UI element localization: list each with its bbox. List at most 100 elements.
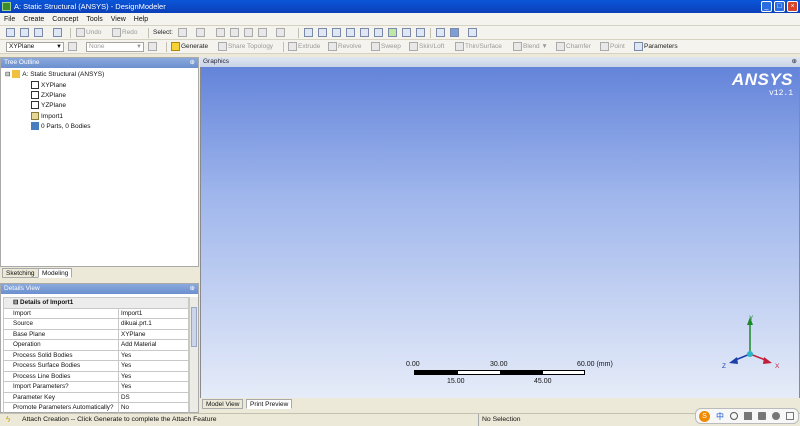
- tree-item-yzplane[interactable]: YZPlane: [31, 101, 66, 110]
- selection-status: No Selection: [482, 416, 521, 423]
- tab-modeling[interactable]: Modeling: [38, 268, 73, 278]
- select-bodies-icon[interactable]: [258, 28, 268, 38]
- parameters-icon: [634, 42, 643, 51]
- select-edges-icon[interactable]: [230, 28, 240, 38]
- select-label: Select:: [153, 29, 173, 36]
- look-at-icon[interactable]: [468, 28, 478, 38]
- box-zoom-icon[interactable]: [346, 28, 356, 38]
- menu-help[interactable]: Help: [130, 13, 152, 26]
- plane-select[interactable]: XYPlane ▼: [6, 42, 64, 52]
- generate-button[interactable]: Generate: [171, 42, 208, 52]
- pin-icon[interactable]: ⊕: [190, 58, 195, 68]
- ime-toolbar[interactable]: S 中: [695, 408, 799, 424]
- zoom-fit-icon[interactable]: [374, 28, 384, 38]
- tree-item-import1[interactable]: Import1: [31, 112, 63, 121]
- triad-icon[interactable]: [436, 28, 446, 38]
- table-row[interactable]: Operation Add Material: [3, 339, 189, 351]
- tab-sketching[interactable]: Sketching: [2, 268, 39, 278]
- tree-item-xyplane[interactable]: XYPlane: [31, 81, 66, 90]
- table-row[interactable]: Import Parameters? Yes: [3, 381, 189, 393]
- skin-loft-button[interactable]: Skin/Loft: [409, 42, 444, 52]
- redo-button[interactable]: Redo: [112, 28, 138, 38]
- table-row[interactable]: Process Surface Bodies Yes: [3, 360, 189, 372]
- new-icon[interactable]: [6, 28, 16, 38]
- tree-item-zxplane[interactable]: ZXPlane: [31, 91, 66, 100]
- zoom-extents-icon[interactable]: [416, 28, 426, 38]
- details-view-header: Details View ⊕: [1, 284, 198, 294]
- menu-concept[interactable]: Concept: [48, 13, 82, 26]
- magnifier-icon[interactable]: [388, 28, 398, 38]
- select-points-icon[interactable]: [216, 28, 226, 38]
- close-button[interactable]: ×: [787, 1, 798, 12]
- details-group-header[interactable]: ⊟ Details of Import1: [3, 297, 189, 309]
- new-sketch-icon[interactable]: [148, 42, 158, 52]
- blend-button[interactable]: Blend ▼: [513, 42, 548, 52]
- table-row[interactable]: Process Line Bodies Yes: [3, 370, 189, 382]
- revolve-button[interactable]: Revolve: [328, 42, 361, 52]
- menu-tools[interactable]: Tools: [82, 13, 106, 26]
- menu-view[interactable]: View: [107, 13, 130, 26]
- chevron-down-icon: ▼: [56, 44, 62, 50]
- share-topology-button[interactable]: Share Topology: [218, 42, 273, 52]
- zoom-icon[interactable]: [332, 28, 342, 38]
- table-row[interactable]: Parameter Key DS: [3, 391, 189, 403]
- table-row[interactable]: Source dikuai.prt.1: [3, 318, 189, 330]
- settings-icon[interactable]: [786, 412, 794, 420]
- zoom-out-icon[interactable]: [402, 28, 412, 38]
- rotate-icon[interactable]: [304, 28, 314, 38]
- new-plane-icon[interactable]: [68, 42, 78, 52]
- share-topology-icon: [218, 42, 227, 51]
- skin-icon[interactable]: [758, 412, 766, 420]
- lightning-icon: [171, 42, 180, 51]
- user-icon[interactable]: [772, 412, 780, 420]
- chamfer-button[interactable]: Chamfer: [556, 42, 591, 52]
- main-toolbar: Undo Redo Select:: [0, 26, 800, 40]
- export-icon[interactable]: [34, 28, 44, 38]
- title-bar: A: Static Structural (ANSYS) - DesignMod…: [0, 0, 800, 13]
- thin-surface-button[interactable]: Thin/Surface: [455, 42, 502, 52]
- plane-icon: [31, 81, 39, 90]
- details-scrollbar[interactable]: [189, 297, 198, 412]
- tree-item-parts[interactable]: 0 Parts, 0 Bodies: [31, 122, 91, 131]
- graphics-viewport[interactable]: Graphics ⊕ ANSYS v12.1 0.00 30.00 60.00 (…: [200, 57, 800, 400]
- skin-loft-icon: [409, 42, 418, 51]
- scale-label-60: 60.00 (mm): [577, 361, 613, 368]
- select-faces-icon[interactable]: [244, 28, 254, 38]
- pan-icon[interactable]: [318, 28, 328, 38]
- pin-icon[interactable]: ⊕: [190, 284, 195, 294]
- tree-item-root[interactable]: ⊟ A: Static Structural (ANSYS): [5, 70, 104, 79]
- version-label: v12.1: [768, 89, 793, 98]
- tab-print-preview[interactable]: Print Preview: [246, 399, 293, 409]
- table-row[interactable]: Promote Parameters Automatically? No: [3, 402, 189, 414]
- sketch-select[interactable]: None ▼: [86, 42, 144, 52]
- keyboard-icon[interactable]: [744, 412, 752, 420]
- select-mode-icon[interactable]: [178, 28, 188, 38]
- punctuation-icon[interactable]: [730, 412, 738, 420]
- camera-icon[interactable]: [53, 28, 63, 38]
- app-icon: [2, 2, 11, 11]
- ime-mode-indicator[interactable]: 中: [716, 411, 724, 422]
- maximize-button[interactable]: □: [774, 1, 785, 12]
- tree-outline-panel: Tree Outline ⊕ ⊟ A: Static Structural (AN…: [0, 57, 199, 267]
- minimize-button[interactable]: _: [761, 1, 772, 12]
- menu-create[interactable]: Create: [19, 13, 48, 26]
- extrude-button[interactable]: Extrude: [288, 42, 320, 52]
- sweep-button[interactable]: Sweep: [371, 42, 401, 52]
- display-model-icon[interactable]: [450, 28, 460, 38]
- tab-model-view[interactable]: Model View: [202, 399, 244, 409]
- undo-button[interactable]: Undo: [76, 28, 102, 38]
- select-filter-icon[interactable]: [196, 28, 206, 38]
- scroll-thumb[interactable]: [191, 307, 197, 347]
- menu-file[interactable]: File: [0, 13, 19, 26]
- table-row[interactable]: Process Solid Bodies Yes: [3, 349, 189, 361]
- point-button[interactable]: Point: [600, 42, 625, 52]
- parameters-button[interactable]: Parameters: [634, 42, 678, 52]
- save-icon[interactable]: [20, 28, 30, 38]
- table-row[interactable]: Base Plane XYPlane: [3, 328, 189, 340]
- extend-select-icon[interactable]: [276, 28, 286, 38]
- ansys-logo: ANSYS: [731, 70, 793, 89]
- pin-icon[interactable]: ⊕: [792, 57, 797, 67]
- extrude-icon: [288, 42, 297, 51]
- zoom-in-icon[interactable]: [360, 28, 370, 38]
- table-row[interactable]: Import Import1: [3, 307, 189, 319]
